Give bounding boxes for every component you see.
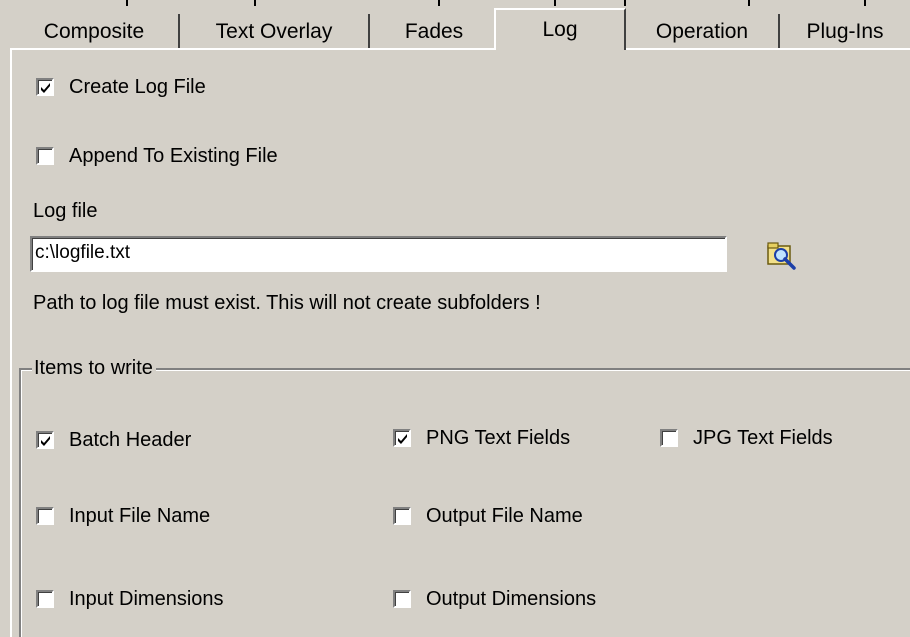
- png-text-fields-checkbox[interactable]: [393, 429, 411, 447]
- input-file-name-checkbox[interactable]: [36, 507, 54, 525]
- png-text-fields-label[interactable]: PNG Text Fields: [426, 426, 570, 450]
- log-file-input[interactable]: c:\logfile.txt: [30, 236, 727, 272]
- path-note: Path to log file must exist. This will n…: [33, 292, 541, 314]
- tab-composite[interactable]: Composite: [10, 14, 180, 49]
- log-settings-panel: Composite Text Overlay Fades Log Operati…: [0, 0, 910, 637]
- tab-text-overlay[interactable]: Text Overlay: [180, 14, 370, 49]
- tab-log[interactable]: Log: [494, 8, 626, 50]
- output-dimensions-label[interactable]: Output Dimensions: [426, 587, 596, 611]
- input-dimensions-label[interactable]: Input Dimensions: [69, 587, 224, 611]
- check-icon: [398, 434, 407, 444]
- create-log-file-checkbox[interactable]: [36, 78, 54, 96]
- batch-header-checkbox[interactable]: [36, 431, 54, 449]
- log-file-label: Log file: [33, 200, 98, 222]
- tab-fades[interactable]: Fades: [370, 14, 500, 49]
- tab-baseline: [10, 48, 910, 50]
- output-file-name-label[interactable]: Output File Name: [426, 504, 583, 528]
- output-dimensions-checkbox[interactable]: [393, 590, 411, 608]
- upper-tab-row-edge: [0, 0, 910, 6]
- create-log-file-label[interactable]: Create Log File: [69, 75, 206, 99]
- tab-strip: Composite Text Overlay Fades Log Operati…: [10, 8, 910, 50]
- folder-search-icon[interactable]: [766, 240, 798, 270]
- check-icon: [41, 436, 50, 446]
- append-existing-label[interactable]: Append To Existing File: [69, 144, 278, 168]
- panel-left-border: [10, 48, 12, 637]
- input-dimensions-checkbox[interactable]: [36, 590, 54, 608]
- check-icon: [41, 83, 50, 93]
- jpg-text-fields-checkbox[interactable]: [660, 429, 678, 447]
- tab-plug-ins[interactable]: Plug-Ins: [780, 14, 910, 49]
- output-file-name-checkbox[interactable]: [393, 507, 411, 525]
- tab-operation[interactable]: Operation: [626, 14, 780, 49]
- append-existing-checkbox[interactable]: [36, 147, 54, 165]
- jpg-text-fields-label[interactable]: JPG Text Fields: [693, 426, 833, 450]
- batch-header-label[interactable]: Batch Header: [69, 428, 191, 452]
- items-to-write-legend: Items to write: [32, 356, 156, 380]
- input-file-name-label[interactable]: Input File Name: [69, 504, 210, 528]
